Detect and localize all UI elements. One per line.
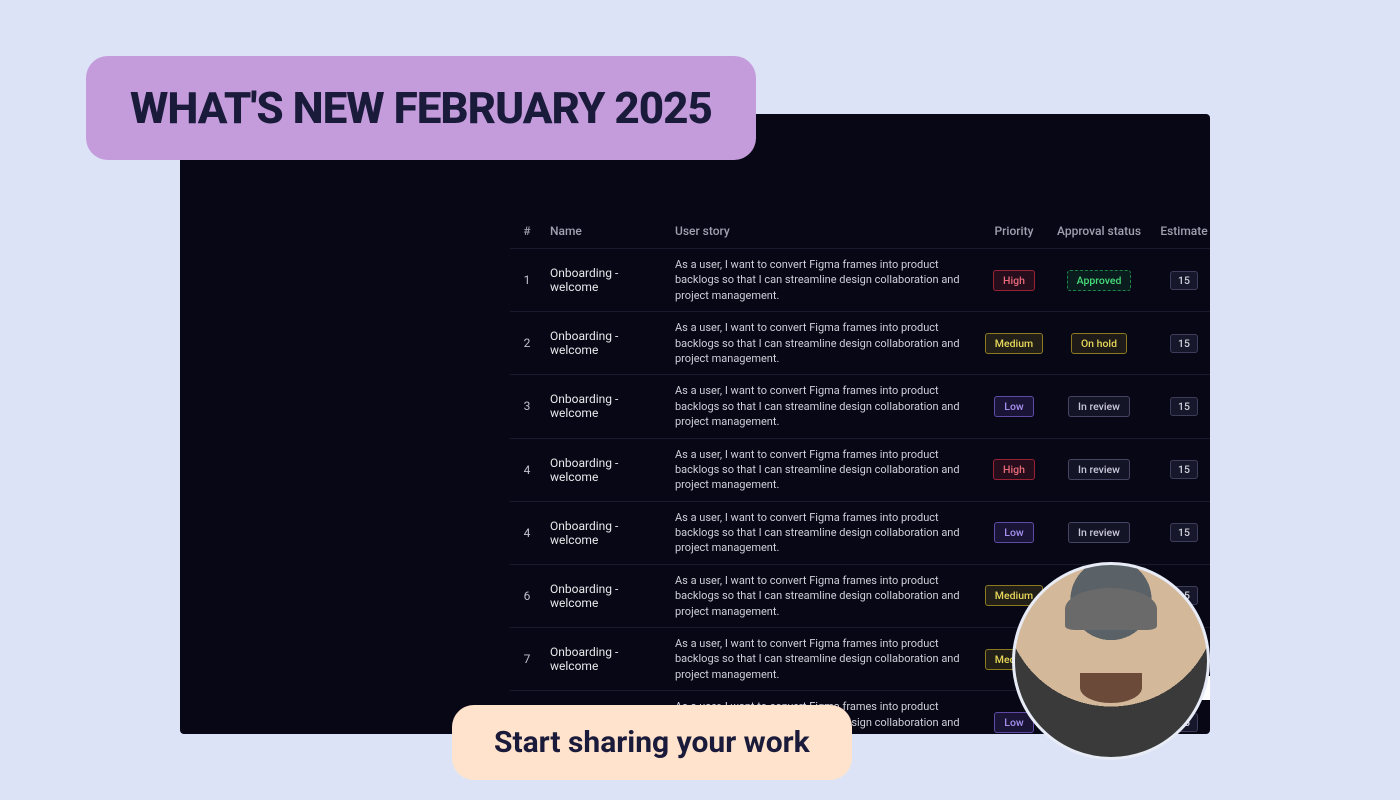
row-status: In review [1049, 396, 1149, 417]
row-number: 4 [510, 463, 544, 477]
row-estimate: 15 [1149, 460, 1210, 479]
row-status: In review [1049, 459, 1149, 480]
table-row[interactable]: 3Onboarding - welcomeAs a user, I want t… [510, 374, 1210, 437]
row-priority: High [979, 270, 1049, 291]
presenter-avatar [1012, 562, 1210, 760]
banner-title: WHAT'S NEW FEBRUARY 2025 [130, 82, 712, 134]
row-number: 1 [510, 273, 544, 287]
row-priority: Low [979, 522, 1049, 543]
row-user-story: As a user, I want to convert Figma frame… [669, 257, 979, 303]
row-number: 4 [510, 526, 544, 540]
header-name: Name [544, 224, 669, 238]
table-header: # Name User story Priority Approval stat… [510, 214, 1210, 248]
table-row[interactable]: 4Onboarding - welcomeAs a user, I want t… [510, 501, 1210, 564]
row-estimate: 15 [1149, 397, 1210, 416]
row-estimate: 15 [1149, 523, 1210, 542]
row-status: In review [1049, 522, 1149, 543]
header-estimate: Estimate [1149, 224, 1210, 238]
row-user-story: As a user, I want to convert Figma frame… [669, 320, 979, 366]
table-row[interactable]: 2Onboarding - welcomeAs a user, I want t… [510, 311, 1210, 374]
row-name: Onboarding - welcome [544, 456, 669, 484]
header-story: User story [669, 224, 979, 238]
row-priority: Low [979, 396, 1049, 417]
estimate-badge: 15 [1170, 523, 1198, 542]
table-row[interactable]: 4Onboarding - welcomeAs a user, I want t… [510, 438, 1210, 501]
status-badge[interactable]: In review [1068, 396, 1130, 417]
row-number: 7 [510, 652, 544, 666]
row-status: Approved [1049, 270, 1149, 291]
row-priority: Medium [979, 333, 1049, 354]
start-sharing-button[interactable]: Start sharing your work [452, 705, 852, 780]
row-name: Onboarding - welcome [544, 329, 669, 357]
row-estimate: 15 [1149, 271, 1210, 290]
row-name: Onboarding - welcome [544, 266, 669, 294]
estimate-badge: 15 [1170, 460, 1198, 479]
whats-new-banner: WHAT'S NEW FEBRUARY 2025 [86, 56, 756, 160]
row-name: Onboarding - welcome [544, 519, 669, 547]
estimate-badge: 15 [1170, 271, 1198, 290]
row-number: 3 [510, 399, 544, 413]
status-badge[interactable]: On hold [1071, 333, 1127, 354]
estimate-badge: 15 [1170, 334, 1198, 353]
table-row[interactable]: 1Onboarding - welcomeAs a user, I want t… [510, 248, 1210, 311]
row-name: Onboarding - welcome [544, 645, 669, 673]
row-user-story: As a user, I want to convert Figma frame… [669, 636, 979, 682]
priority-badge[interactable]: Medium [985, 333, 1043, 354]
status-badge[interactable]: In review [1068, 522, 1130, 543]
row-user-story: As a user, I want to convert Figma frame… [669, 573, 979, 619]
header-status: Approval status [1049, 224, 1149, 238]
row-estimate: 15 [1149, 334, 1210, 353]
row-name: Onboarding - welcome [544, 392, 669, 420]
status-badge[interactable]: Approved [1067, 270, 1132, 291]
status-badge[interactable]: In review [1068, 459, 1130, 480]
row-priority: High [979, 459, 1049, 480]
header-priority: Priority [979, 224, 1049, 238]
header-num: # [510, 224, 544, 238]
priority-badge[interactable]: High [993, 459, 1035, 480]
row-number: 6 [510, 589, 544, 603]
row-user-story: As a user, I want to convert Figma frame… [669, 510, 979, 556]
row-name: Onboarding - welcome [544, 582, 669, 610]
priority-badge[interactable]: High [993, 270, 1035, 291]
row-status: On hold [1049, 333, 1149, 354]
row-number: 2 [510, 336, 544, 350]
priority-badge[interactable]: Low [994, 522, 1033, 543]
estimate-badge: 15 [1170, 397, 1198, 416]
row-user-story: As a user, I want to convert Figma frame… [669, 383, 979, 429]
priority-badge[interactable]: Low [994, 396, 1033, 417]
cta-label: Start sharing your work [494, 725, 810, 760]
row-user-story: As a user, I want to convert Figma frame… [669, 447, 979, 493]
